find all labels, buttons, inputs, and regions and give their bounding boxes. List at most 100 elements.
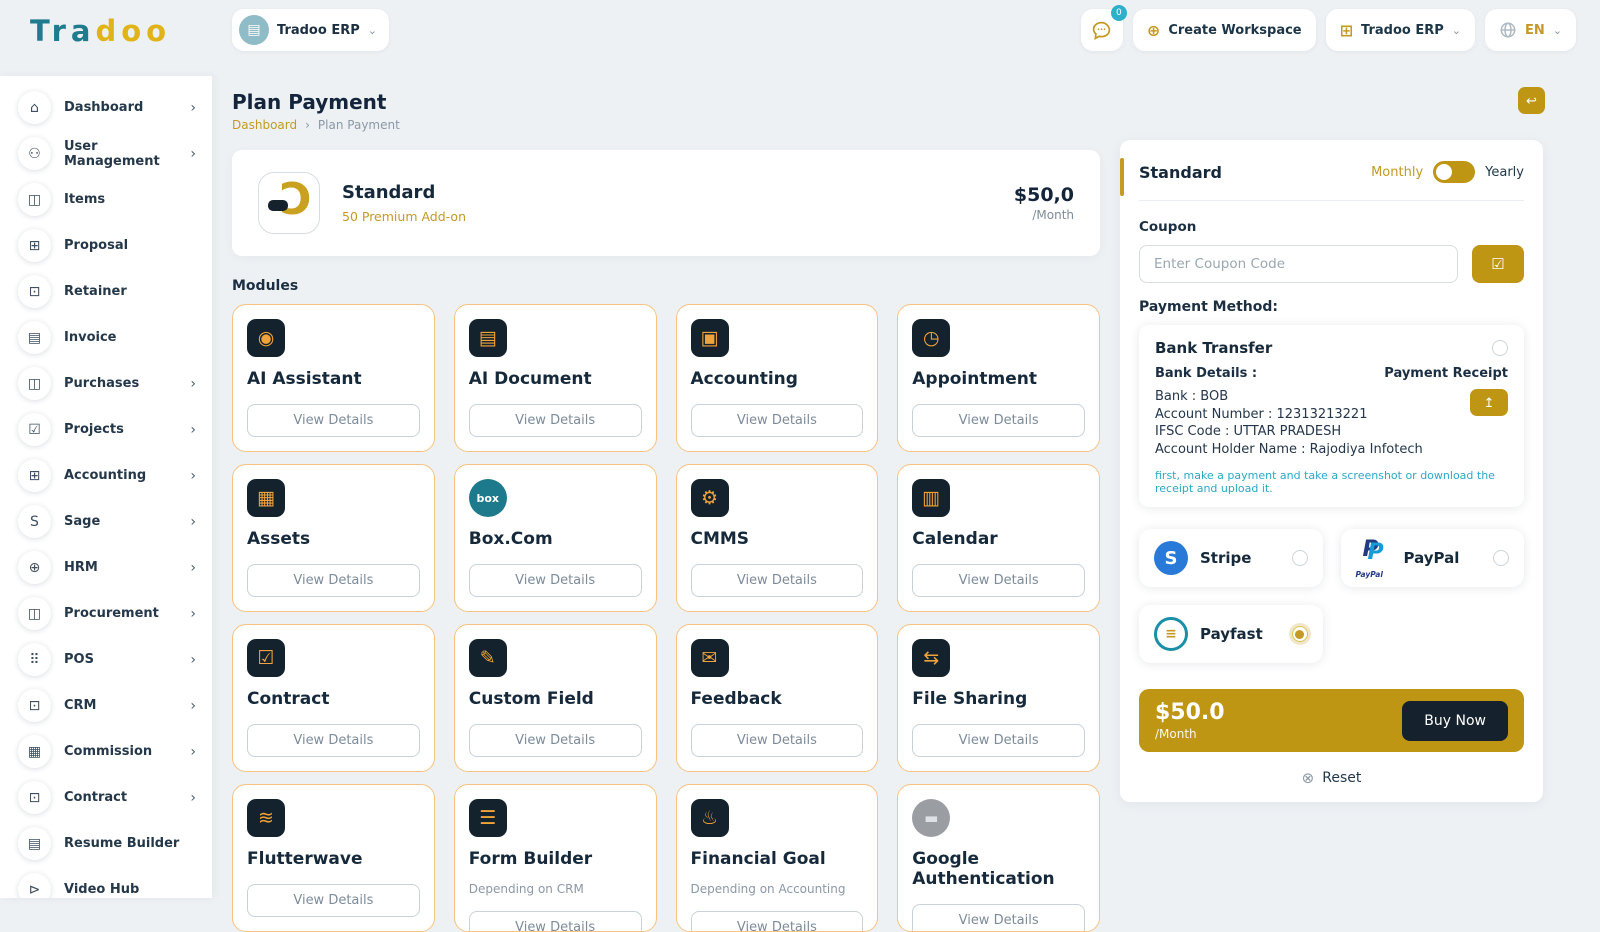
sidebar-item-hrm[interactable]: ⊕ HRM ›: [0, 545, 212, 590]
sidebar-item-label: Items: [64, 192, 106, 207]
modules-grid: ◉ AI Assistant View Details ▤ AI Documen…: [232, 304, 1100, 932]
gateway-payfast[interactable]: ≡ Payfast: [1139, 605, 1323, 664]
chevron-right-icon: ›: [190, 513, 196, 530]
paypal-wordmark: PayPal: [1355, 570, 1383, 580]
billing-period-toggle[interactable]: [1433, 161, 1476, 183]
ifsc-code-line: IFSC Code : UTTAR PRADESH: [1155, 424, 1342, 440]
sidebar-item-commission[interactable]: ▦ Commission ›: [0, 729, 212, 774]
module-title: Google Authentication: [912, 849, 1055, 890]
module-title: Flutterwave: [247, 849, 363, 869]
gateway-name: Stripe: [1200, 549, 1252, 568]
module-title: CMMS: [690, 529, 750, 549]
breadcrumb-dashboard-link[interactable]: Dashboard: [232, 118, 297, 132]
sidebar-item-projects[interactable]: ☑ Projects ›: [0, 407, 212, 452]
module-card-appointment: ◷ Appointment View Details: [897, 304, 1100, 452]
checkout-panel: Standard Monthly Yearly Coupon ☑ Payment…: [1120, 140, 1543, 802]
sidebar-item-crm[interactable]: ⊡ CRM ›: [0, 683, 212, 728]
sidebar-item-items[interactable]: ◫ Items: [0, 177, 212, 222]
sidebar-item-sage[interactable]: S Sage ›: [0, 499, 212, 544]
paypal-radio[interactable]: [1493, 550, 1509, 567]
form-builder-icon: ☰: [468, 799, 507, 837]
feedback-icon: ✉: [690, 639, 729, 677]
sidebar-item-resume-builder[interactable]: ▤ Resume Builder: [0, 821, 212, 866]
buy-now-button[interactable]: Buy Now: [1402, 700, 1508, 741]
sidebar-item-label: Procurement: [64, 606, 159, 621]
view-details-button[interactable]: View Details: [690, 404, 864, 438]
video-icon: ⊳: [18, 873, 51, 898]
apply-coupon-button[interactable]: ☑: [1472, 245, 1524, 283]
sidebar-item-purchases[interactable]: ◫ Purchases ›: [0, 361, 212, 406]
module-title: Feedback: [690, 689, 782, 709]
sidebar-item-contract[interactable]: ⊡ Contract ›: [0, 775, 212, 820]
module-card-form-builder: ☰ Form Builder Depending on CRM View Det…: [453, 784, 657, 932]
account-holder-line: Account Holder Name : Rajodiya Infotech: [1155, 441, 1423, 457]
view-details-button[interactable]: View Details: [912, 564, 1085, 598]
module-card-assets: ▦ Assets View Details: [232, 464, 435, 612]
language-code: EN: [1525, 22, 1545, 38]
box-logo-icon: box: [468, 479, 507, 517]
view-details-button[interactable]: View Details: [468, 564, 642, 598]
breadcrumb-current: Plan Payment: [317, 118, 400, 132]
view-details-button[interactable]: View Details: [468, 911, 642, 931]
view-details-button[interactable]: View Details: [690, 911, 864, 931]
plan-name: Standard: [342, 182, 436, 203]
logo-teal-part: Tra: [30, 14, 96, 48]
sidebar-item-dashboard[interactable]: ⌂ Dashboard ›: [0, 85, 212, 130]
coupon-input[interactable]: [1139, 245, 1458, 283]
gateway-stripe[interactable]: S Stripe: [1139, 529, 1323, 588]
view-details-button[interactable]: View Details: [912, 904, 1085, 931]
reset-circle-x-icon: ⊗: [1301, 769, 1315, 788]
appointment-icon: ◷: [912, 319, 951, 357]
sidebar-item-user-management[interactable]: ⚇ User Management ›: [0, 131, 212, 176]
sidebar-item-accounting[interactable]: ⊞ Accounting ›: [0, 453, 212, 498]
reset-action[interactable]: ⊗ Reset: [1139, 769, 1524, 787]
gateway-paypal[interactable]: P P PayPal PayPal: [1340, 529, 1524, 588]
projects-check-icon: ☑: [18, 413, 51, 446]
view-details-button[interactable]: View Details: [247, 884, 420, 918]
current-plan-card: Ɔ Standard 50 Premium Add-on $50,0 /Mont…: [232, 150, 1100, 256]
create-workspace-button[interactable]: ⊕ Create Workspace: [1132, 9, 1316, 51]
procurement-cart-icon: ◫: [18, 597, 51, 630]
return-arrow-icon: ↩: [1526, 92, 1537, 108]
flutterwave-icon: ≋: [247, 799, 285, 837]
page-title: Plan Payment: [232, 90, 387, 114]
chat-button[interactable]: 0: [1080, 5, 1127, 51]
panel-accent-bar: [1120, 158, 1124, 196]
workspace-name: Tradoo ERP: [277, 22, 360, 38]
module-card-contract: ☑ Contract View Details: [232, 624, 435, 772]
erp-app-button[interactable]: ⊞ Tradoo ERP ⌄: [1325, 9, 1476, 51]
view-details-button[interactable]: View Details: [912, 404, 1085, 438]
sidebar-item-video-hub[interactable]: ⊳ Video Hub: [0, 867, 212, 898]
bank-transfer-radio[interactable]: [1492, 340, 1508, 356]
language-selector[interactable]: EN ⌄: [1485, 9, 1576, 51]
chevron-right-icon: ›: [190, 789, 196, 806]
sidebar-nav: ⌂ Dashboard › ⚇ User Management › ◫ Items ⊞ Pr…: [0, 76, 212, 898]
payfast-radio[interactable]: [1291, 626, 1308, 643]
view-details-button[interactable]: View Details: [247, 724, 420, 758]
view-details-button[interactable]: View Details: [690, 724, 864, 758]
yearly-label: Yearly: [1485, 164, 1524, 180]
payment-method-label: Payment Method:: [1139, 299, 1278, 315]
sidebar-item-retainer[interactable]: ⊡ Retainer: [0, 269, 212, 314]
file-sharing-icon: ⇆: [912, 639, 951, 677]
cart-icon: ◫: [18, 183, 51, 216]
view-details-button[interactable]: View Details: [690, 564, 864, 598]
sidebar-item-label: User Management: [64, 138, 160, 169]
view-details-button[interactable]: View Details: [468, 724, 642, 758]
workspace-selector[interactable]: ▤ Tradoo ERP ⌄: [232, 9, 389, 51]
sidebar-item-procurement[interactable]: ◫ Procurement ›: [0, 591, 212, 636]
view-details-button[interactable]: View Details: [912, 724, 1085, 758]
sidebar-item-proposal[interactable]: ⊞ Proposal: [0, 223, 212, 268]
chevron-right-icon: ›: [190, 559, 196, 576]
view-details-button[interactable]: View Details: [247, 404, 420, 438]
module-card-accounting: ▣ Accounting View Details: [675, 304, 879, 452]
stripe-radio[interactable]: [1291, 550, 1308, 567]
view-details-button[interactable]: View Details: [468, 404, 642, 438]
sidebar-item-pos[interactable]: ⠿ POS ›: [0, 637, 212, 682]
globe-icon: [1500, 22, 1516, 38]
view-details-button[interactable]: View Details: [247, 564, 420, 598]
module-title: Contract: [247, 689, 330, 709]
back-button[interactable]: ↩: [1518, 87, 1545, 114]
upload-receipt-button[interactable]: ↥: [1470, 389, 1508, 416]
sidebar-item-invoice[interactable]: ▤ Invoice: [0, 315, 212, 360]
